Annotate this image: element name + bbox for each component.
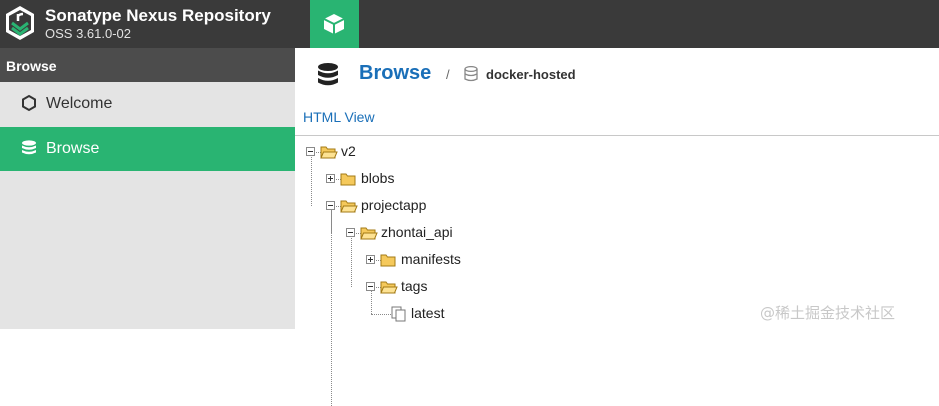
tree-item-folder[interactable]: manifests <box>401 251 461 267</box>
breadcrumb-separator: / <box>446 67 450 82</box>
sidebar: Browse Welcome Browse <box>0 48 295 329</box>
app-title: Sonatype Nexus Repository <box>45 6 271 25</box>
app-version: OSS 3.61.0-02 <box>45 26 131 41</box>
top-bar: Sonatype Nexus Repository OSS 3.61.0-02 <box>0 0 939 48</box>
breadcrumb-repository: docker-hosted <box>486 67 576 82</box>
sidebar-item-welcome[interactable]: Welcome <box>0 82 295 126</box>
database-icon <box>318 63 338 86</box>
tree-toggle-expand[interactable] <box>326 174 335 183</box>
sidebar-title: Browse <box>0 48 295 82</box>
tree-item-folder[interactable]: v2 <box>341 143 356 159</box>
breadcrumb-browse-link[interactable]: Browse <box>359 62 431 85</box>
file-copy-icon <box>391 306 406 322</box>
sidebar-item-browse[interactable]: Browse <box>0 127 295 171</box>
watermark: @稀土掘金技术社区 <box>760 304 896 322</box>
folder-icon <box>340 173 356 186</box>
content-panel: Browse / docker-hosted HTML View v2 blob… <box>295 48 939 406</box>
tree-toggle-collapse[interactable] <box>346 228 355 237</box>
tree-item-folder[interactable]: blobs <box>361 170 394 186</box>
tree-toggle-expand[interactable] <box>366 255 375 264</box>
hexagon-icon <box>22 94 36 112</box>
folder-open-icon <box>340 200 358 213</box>
folder-open-icon <box>320 146 338 159</box>
tree-guide-line <box>311 152 312 206</box>
nexus-logo-icon <box>6 6 34 40</box>
tree-guide-line <box>331 206 332 406</box>
cube-icon <box>323 14 345 34</box>
divider <box>295 135 939 136</box>
tree-item-file[interactable]: latest <box>411 305 444 321</box>
folder-open-icon <box>360 227 378 240</box>
database-icon <box>464 66 478 82</box>
tree-guide-line <box>351 233 352 287</box>
sidebar-item-label: Welcome <box>46 95 113 112</box>
sidebar-item-label: Browse <box>46 140 100 157</box>
tree-toggle-collapse[interactable] <box>366 282 375 291</box>
tree-item-folder[interactable]: tags <box>401 278 427 294</box>
tree-item-folder[interactable]: projectapp <box>361 197 426 213</box>
tree-toggle-collapse[interactable] <box>326 201 335 210</box>
tree-toggle-collapse[interactable] <box>306 147 315 156</box>
browse-mode-button[interactable] <box>310 0 359 48</box>
folder-icon <box>380 254 396 267</box>
tree-guide-line <box>371 314 391 315</box>
html-view-link[interactable]: HTML View <box>303 109 375 125</box>
tree-guide-line <box>371 287 372 314</box>
database-icon <box>22 140 36 155</box>
tree-item-folder[interactable]: zhontai_api <box>381 224 453 240</box>
folder-open-icon <box>380 281 398 294</box>
